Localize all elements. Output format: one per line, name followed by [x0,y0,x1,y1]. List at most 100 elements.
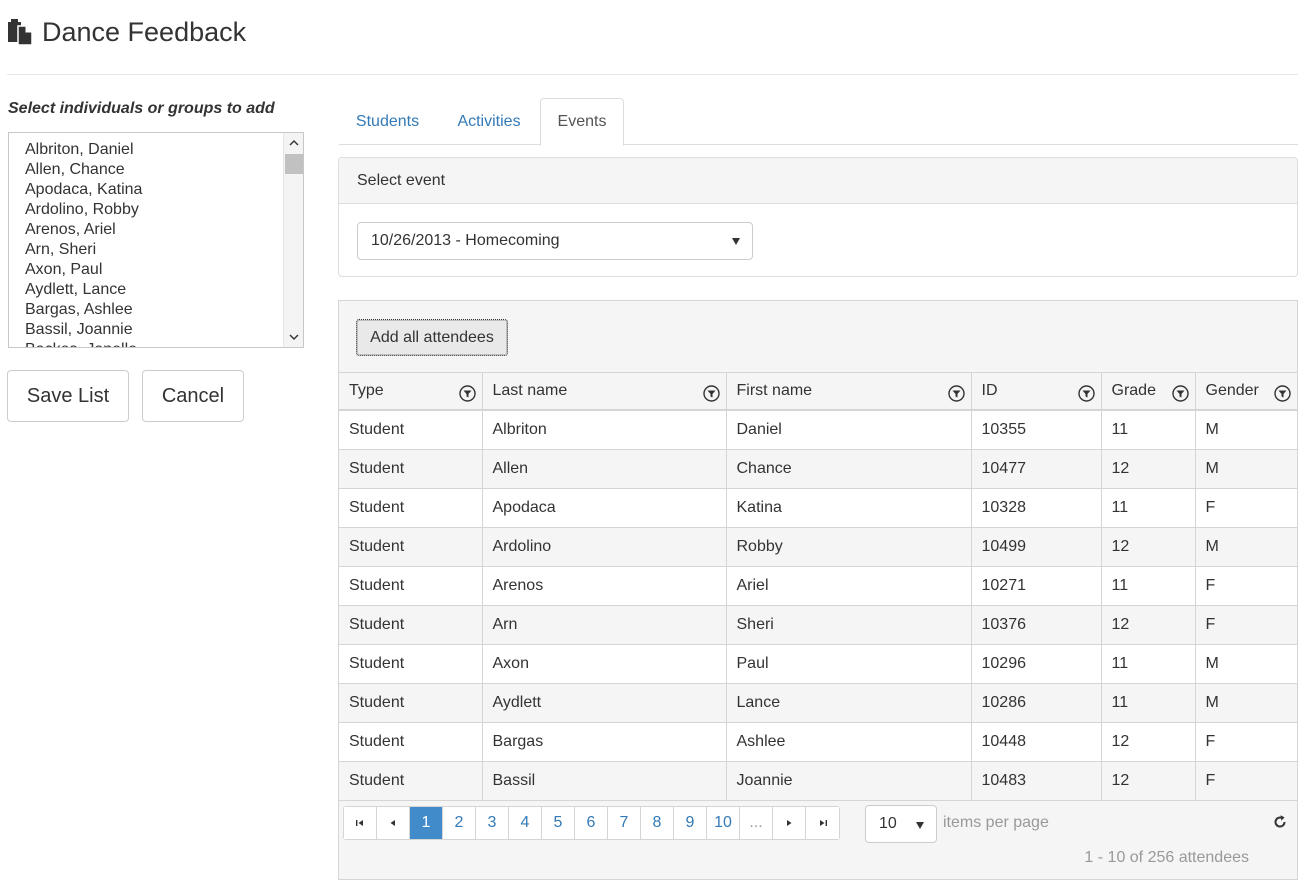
list-item[interactable]: Arn, Sheri [25,240,303,260]
filter-icon[interactable] [458,385,476,402]
filter-icon[interactable] [702,385,720,402]
list-item[interactable]: Allen, Chance [25,160,303,180]
scrollbar-thumb[interactable] [285,154,303,174]
table-cell: F [1195,605,1297,645]
page-button[interactable]: 10 [707,807,740,839]
table-cell: M [1195,449,1297,489]
page-button[interactable]: 8 [641,807,674,839]
list-item[interactable]: Apodaca, Katina [25,180,303,200]
table-body: Student Albriton Daniel 10355 11 M Student Alle… [339,410,1297,801]
table-cell: Student [339,410,483,450]
column-header-label: Grade [1111,382,1156,399]
table-cell: Albriton [482,410,727,450]
list-item[interactable]: Bassil, Joannie [25,320,303,340]
scroll-down-icon[interactable] [284,327,303,347]
grid-toolbar: Add all attendees [339,301,1297,373]
table-row[interactable]: Student Bassil Joannie 10483 12 F [339,761,1297,801]
table-cell: Student [339,722,483,762]
page-button[interactable]: 5 [542,807,575,839]
tab-events[interactable]: Events [540,98,624,146]
scroll-up-icon[interactable] [284,133,303,153]
table-row[interactable]: Student Arn Sheri 10376 12 F [339,605,1297,645]
filter-icon[interactable] [947,385,965,402]
tab-students[interactable]: Students [339,98,436,145]
list-item[interactable]: Albriton, Daniel [25,140,303,160]
table-cell: Sheri [726,605,972,645]
list-item[interactable]: Backes, Janelle [25,340,303,347]
table-cell: M [1195,527,1297,567]
list-item[interactable]: Axon, Paul [25,260,303,280]
column-header[interactable]: Gender [1195,373,1297,411]
table-cell: Student [339,566,483,606]
first-page-button[interactable] [344,807,377,839]
page-size-select[interactable]: 10 [865,805,937,843]
table-cell: 10328 [971,488,1102,528]
page-button[interactable]: 6 [575,807,608,839]
page-button[interactable]: 3 [476,807,509,839]
attendees-table: Type Last name First name ID Grade Gender Stu… [339,373,1297,801]
event-select[interactable]: 10/26/2013 - Homecoming [357,222,753,260]
table-cell: Student [339,644,483,684]
individuals-listbox[interactable]: Albriton, Daniel Allen, Chance Apodaca, Ka… [8,132,304,348]
filter-icon[interactable] [1171,385,1189,402]
table-cell: Student [339,761,483,801]
table-cell: M [1195,683,1297,723]
table-cell: Arenos [482,566,727,606]
table-cell: 10483 [971,761,1102,801]
table-row[interactable]: Student Albriton Daniel 10355 11 M [339,410,1297,450]
filter-icon[interactable] [1077,385,1095,402]
table-row[interactable]: Student Axon Paul 10296 11 M [339,644,1297,684]
tab-strip: Students Activities Events [339,98,1298,146]
table-cell: Lance [726,683,972,723]
column-header[interactable]: First name [726,373,972,411]
page-header: Dance Feedback [7,14,246,50]
last-page-button[interactable] [806,807,839,839]
tab-activities[interactable]: Activities [440,98,538,145]
table-cell: Bargas [482,722,727,762]
save-list-button[interactable]: Save List [7,370,129,422]
filter-icon[interactable] [1274,385,1291,402]
table-row[interactable]: Student Arenos Ariel 10271 11 F [339,566,1297,606]
page-button[interactable]: 2 [443,807,476,839]
more-pages-button[interactable]: ... [740,807,773,839]
table-cell: Apodaca [482,488,727,528]
table-cell: 12 [1101,527,1196,567]
column-header[interactable]: ID [971,373,1102,411]
next-page-button[interactable] [773,807,806,839]
table-cell: Ashlee [726,722,972,762]
table-row[interactable]: Student Bargas Ashlee 10448 12 F [339,722,1297,762]
table-cell: 11 [1101,683,1196,723]
page-button[interactable]: 9 [674,807,707,839]
table-cell: Student [339,683,483,723]
table-cell: F [1195,488,1297,528]
column-header[interactable]: Last name [482,373,727,411]
table-cell: 11 [1101,410,1196,450]
page-button[interactable]: 7 [608,807,641,839]
list-item[interactable]: Bargas, Ashlee [25,300,303,320]
table-cell: M [1195,644,1297,684]
column-header-label: Gender [1205,382,1259,399]
list-item[interactable]: Ardolino, Robby [25,200,303,220]
cancel-button[interactable]: Cancel [142,370,244,422]
table-cell: 10286 [971,683,1102,723]
column-header[interactable]: Grade [1101,373,1196,411]
table-row[interactable]: Student Allen Chance 10477 12 M [339,449,1297,489]
table-row[interactable]: Student Apodaca Katina 10328 11 F [339,488,1297,528]
listbox-scrollbar[interactable] [283,133,303,347]
table-cell: 10355 [971,410,1102,450]
table-row[interactable]: Student Ardolino Robby 10499 12 M [339,527,1297,567]
table-row[interactable]: Student Aydlett Lance 10286 11 M [339,683,1297,723]
list-item[interactable]: Aydlett, Lance [25,280,303,300]
add-all-attendees-button[interactable]: Add all attendees [356,319,508,356]
items-per-page-label: items per page [943,814,1049,831]
prev-page-icon [390,820,395,826]
table-cell: Chance [726,449,972,489]
page-button[interactable]: 4 [509,807,542,839]
page-button[interactable]: 1 [410,807,443,839]
header-divider [7,74,1298,75]
refresh-icon[interactable] [1271,813,1289,831]
list-item[interactable]: Arenos, Ariel [25,220,303,240]
column-header[interactable]: Type [339,373,483,411]
prev-page-button[interactable] [377,807,410,839]
table-cell: Student [339,449,483,489]
